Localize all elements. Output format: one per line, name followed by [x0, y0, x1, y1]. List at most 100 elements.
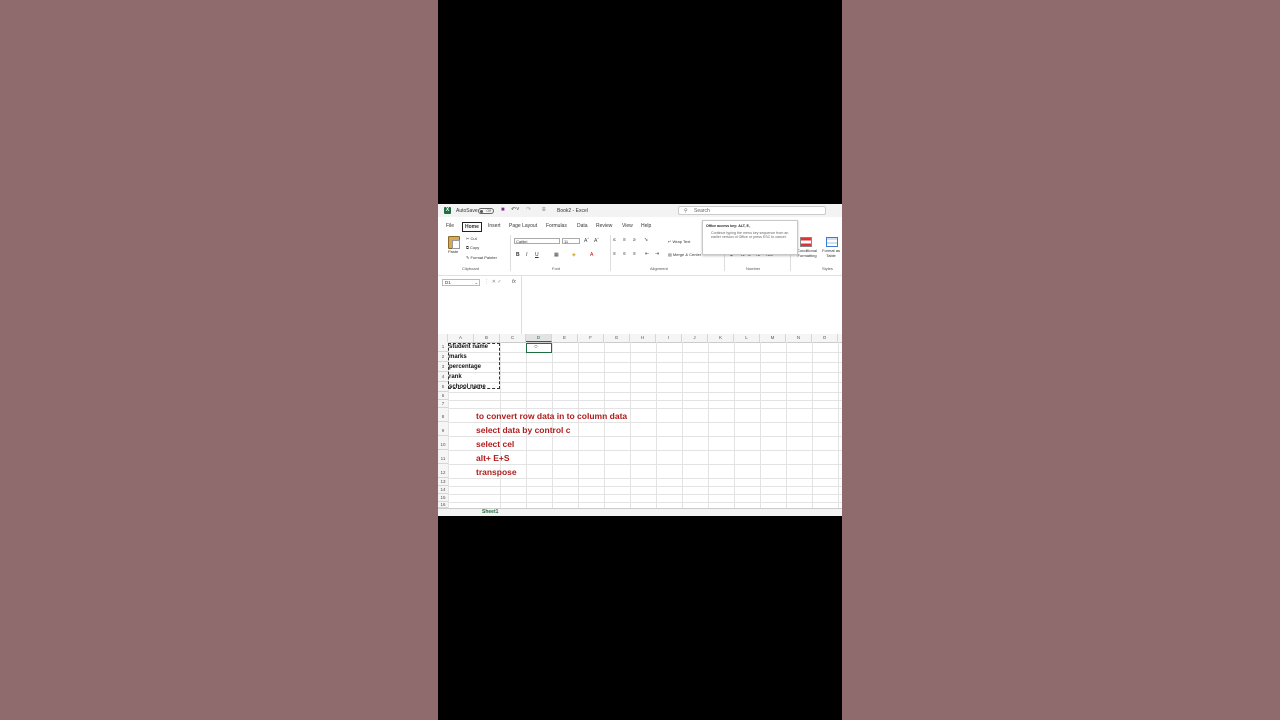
- decrease-font-icon[interactable]: Aˇ: [594, 238, 599, 244]
- column-header[interactable]: N: [786, 334, 812, 342]
- grid-line: [448, 450, 842, 451]
- column-header[interactable]: B: [474, 334, 500, 342]
- cut-label: Cut: [470, 236, 477, 241]
- copy-label: Copy: [469, 245, 480, 250]
- column-header[interactable]: K: [708, 334, 734, 342]
- row-header[interactable]: 5: [438, 382, 448, 392]
- column-header[interactable]: L: [734, 334, 760, 342]
- insert-function-button[interactable]: fx: [512, 279, 516, 285]
- underline-button[interactable]: U: [535, 252, 539, 258]
- grid-line: [448, 464, 842, 465]
- column-header-selected[interactable]: D: [526, 334, 552, 342]
- customize-toolbar-icon[interactable]: ≡: [542, 207, 546, 214]
- italic-button[interactable]: I: [526, 252, 527, 258]
- tab-view[interactable]: View: [622, 223, 633, 229]
- format-painter-button[interactable]: ✎ Format Painter: [466, 255, 497, 260]
- cancel-icon[interactable]: ✕: [492, 279, 496, 285]
- row-header[interactable]: 2: [438, 352, 448, 362]
- increase-indent-icon[interactable]: ⇥: [655, 251, 659, 257]
- grid-line: [734, 342, 735, 508]
- align-right-icon[interactable]: ≡: [633, 251, 636, 257]
- row-header[interactable]: 14: [438, 486, 448, 494]
- column-header[interactable]: E: [552, 334, 578, 342]
- row-header[interactable]: 7: [438, 400, 448, 408]
- select-all-corner[interactable]: [438, 334, 448, 342]
- paste-button[interactable]: Paste: [448, 249, 458, 254]
- worksheet-grid[interactable]: A B C D E F G H I J K L M N O 1 2 3 4 5 …: [438, 334, 842, 516]
- font-size-select[interactable]: 11: [562, 238, 580, 244]
- tab-data[interactable]: Data: [577, 223, 588, 229]
- align-left-icon[interactable]: ≡: [613, 251, 616, 257]
- access-key-tooltip: Office access key: ALT, E, Continue typi…: [702, 220, 798, 255]
- column-header[interactable]: F: [578, 334, 604, 342]
- increase-font-icon[interactable]: Aˆ: [584, 238, 589, 244]
- chevron-down-icon[interactable]: ⌄: [475, 280, 478, 286]
- align-top-icon[interactable]: ≤: [613, 237, 616, 243]
- active-cell-d1[interactable]: [526, 343, 552, 353]
- fill-color-icon[interactable]: ◈: [572, 252, 576, 258]
- column-header[interactable]: G: [604, 334, 630, 342]
- formula-input[interactable]: [521, 276, 842, 334]
- row-header[interactable]: 6: [438, 392, 448, 400]
- paste-icon[interactable]: [448, 236, 460, 249]
- tab-review[interactable]: Review: [596, 223, 612, 229]
- grid-line: [604, 342, 605, 508]
- more-icon[interactable]: ⋮: [484, 279, 489, 285]
- column-header[interactable]: A: [448, 334, 474, 342]
- column-header[interactable]: I: [656, 334, 682, 342]
- align-center-icon[interactable]: ≡: [623, 251, 626, 257]
- borders-icon[interactable]: ▦: [554, 252, 559, 258]
- wrap-text-button[interactable]: ↵ Wrap Text: [668, 239, 690, 244]
- tab-help[interactable]: Help: [641, 223, 651, 229]
- undo-icon[interactable]: ↶˅: [511, 207, 520, 214]
- format-as-table-button[interactable]: Format as Table: [822, 249, 840, 258]
- align-bottom-icon[interactable]: ≥: [633, 237, 636, 243]
- column-header[interactable]: J: [682, 334, 708, 342]
- bold-button[interactable]: B: [516, 252, 520, 258]
- row-header[interactable]: 11: [438, 450, 448, 464]
- instruction-note: alt+ E+S: [476, 453, 510, 463]
- font-color-icon[interactable]: A: [590, 252, 593, 258]
- row-header[interactable]: 3: [438, 362, 448, 372]
- font-name-select[interactable]: Calibri: [514, 238, 560, 244]
- row-header[interactable]: 10: [438, 436, 448, 450]
- document-title: Book2 - Excel: [557, 208, 588, 214]
- sheet-tab[interactable]: Sheet1: [482, 509, 498, 515]
- column-header[interactable]: O: [812, 334, 838, 342]
- decrease-indent-icon[interactable]: ⇤: [645, 251, 649, 257]
- column-header[interactable]: H: [630, 334, 656, 342]
- sheet-tab-bar: Sheet1: [438, 508, 842, 516]
- conditional-formatting-icon[interactable]: [800, 237, 812, 247]
- search-input[interactable]: ⚲ Search: [678, 206, 826, 215]
- row-header[interactable]: 1: [438, 342, 448, 352]
- row-header[interactable]: 8: [438, 408, 448, 422]
- enter-icon[interactable]: ✓: [497, 279, 501, 285]
- tab-file[interactable]: File: [446, 223, 454, 229]
- row-header[interactable]: 13: [438, 478, 448, 486]
- column-header[interactable]: M: [760, 334, 786, 342]
- row-header[interactable]: 15: [438, 494, 448, 502]
- clipboard-group-label: Clipboard: [462, 266, 480, 271]
- copy-button[interactable]: ⧉ Copy: [466, 245, 479, 250]
- tab-insert[interactable]: Insert: [488, 223, 501, 229]
- redo-icon[interactable]: ↷: [526, 207, 531, 214]
- row-header[interactable]: 12: [438, 464, 448, 478]
- grid-line: [448, 502, 842, 503]
- tab-home[interactable]: Home: [462, 221, 482, 232]
- format-as-table-icon[interactable]: [826, 237, 838, 247]
- merge-center-button[interactable]: ▤ Merge & Center: [668, 252, 701, 257]
- orientation-icon[interactable]: ➘: [644, 237, 648, 243]
- grid-line: [448, 436, 842, 437]
- cut-button[interactable]: ✂ Cut: [466, 236, 477, 241]
- column-header[interactable]: C: [500, 334, 526, 342]
- row-header[interactable]: 9: [438, 422, 448, 436]
- row-header[interactable]: 4: [438, 372, 448, 382]
- save-icon[interactable]: ■: [501, 207, 505, 214]
- number-group-label: Number: [746, 266, 761, 271]
- tab-formulas[interactable]: Formulas: [546, 223, 567, 229]
- name-box[interactable]: D1 ⌄: [442, 279, 480, 286]
- autosave-toggle[interactable]: Off: [478, 207, 494, 214]
- align-middle-icon[interactable]: ≡: [623, 237, 626, 243]
- formula-controls: ⋮ ✕ ✓: [484, 279, 502, 285]
- tab-page-layout[interactable]: Page Layout: [509, 223, 537, 229]
